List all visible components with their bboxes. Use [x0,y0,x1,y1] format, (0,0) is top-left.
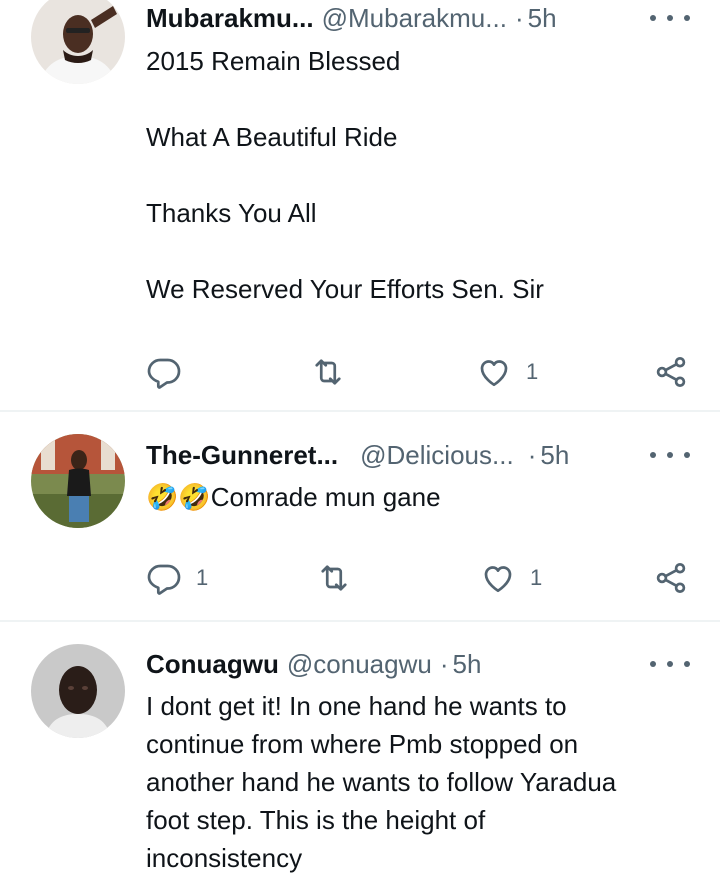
reply-tweet-2[interactable]: The-Gunneret... @Delicious... · 5h 🤣🤣Comrad… [0,412,720,620]
reply-button[interactable]: 1 [146,558,208,598]
user-handle[interactable]: @conuagwu [287,649,432,679]
reply-icon [146,560,182,596]
tweet-header: The-Gunneret... @Delicious... · 5h [146,437,700,473]
tweet-text-line: We Reserved Your Efforts Sen. Sir [146,274,544,304]
tweet-header: Mubarakmu... @Mubarakmu... · 5h [146,0,700,36]
tweet-text-line: Comrade mun gane [210,482,441,512]
avatar[interactable] [31,434,125,528]
user-handle[interactable]: @Delicious... [360,440,514,470]
like-count: 1 [530,565,543,590]
tweet-header: Conuagwu @conuagwu · 5h [146,646,700,682]
like-count: 1 [526,359,539,384]
reply-tweet-3[interactable]: Conuagwu @conuagwu · 5h I dont get it! In o… [0,622,720,881]
display-name[interactable]: Mubarakmu... [146,3,314,33]
tweet-text-line: continue from where Pmb stopped on [146,729,579,759]
reply-count: 1 [196,565,209,590]
tweet-text: I dont get it! In one hand he wants to c… [146,687,690,877]
retweet-icon [310,354,346,390]
more-icon[interactable] [650,0,690,36]
reply-tweet-1[interactable]: Mubarakmu... @Mubarakmu... · 5h 2015 Remain… [0,0,720,410]
action-bar: 1 1 [146,558,691,598]
tweet-text: 2015 Remain Blessed What A Beautiful Rid… [146,42,690,308]
share-button[interactable] [653,558,689,598]
like-icon [476,354,512,390]
timestamp[interactable]: 5h [452,649,481,679]
emoji: 🤣🤣 [146,482,211,512]
tweet-text-line: inconsistency [146,843,303,873]
retweet-button[interactable] [316,558,366,598]
like-button[interactable]: 1 [480,558,542,598]
share-icon [653,560,689,596]
display-name[interactable]: Conuagwu [146,649,279,679]
timestamp[interactable]: 5h [540,440,569,470]
tweet-text-line: What A Beautiful Ride [146,122,398,152]
tweet-text-line: 2015 Remain Blessed [146,46,401,76]
tweet-text-line: foot step. This is the height of [146,805,486,835]
reply-icon [146,354,182,390]
separator: · [514,3,524,33]
share-button[interactable] [653,352,689,392]
avatar[interactable] [31,0,125,84]
action-bar: 1 [146,352,691,392]
like-button[interactable]: 1 [476,352,538,392]
retweet-icon [316,560,352,596]
timestamp[interactable]: 5h [528,3,557,33]
retweet-button[interactable] [310,352,360,392]
tweet-text: 🤣🤣Comrade mun gane [146,478,690,516]
avatar[interactable] [31,644,125,738]
tweet-text-line: I dont get it! In one hand he wants to [146,691,567,721]
like-icon [480,560,516,596]
more-icon[interactable] [650,437,690,473]
user-handle[interactable]: @Mubarakmu... [322,3,507,33]
tweet-text-line: another hand he wants to follow Yaradua [146,767,617,797]
display-name[interactable]: The-Gunneret... [146,440,338,470]
share-icon [653,354,689,390]
separator: · [527,440,537,470]
tweet-text-line: Thanks You All [146,198,317,228]
more-icon[interactable] [650,646,690,682]
separator: · [439,649,449,679]
reply-button[interactable] [146,352,196,392]
